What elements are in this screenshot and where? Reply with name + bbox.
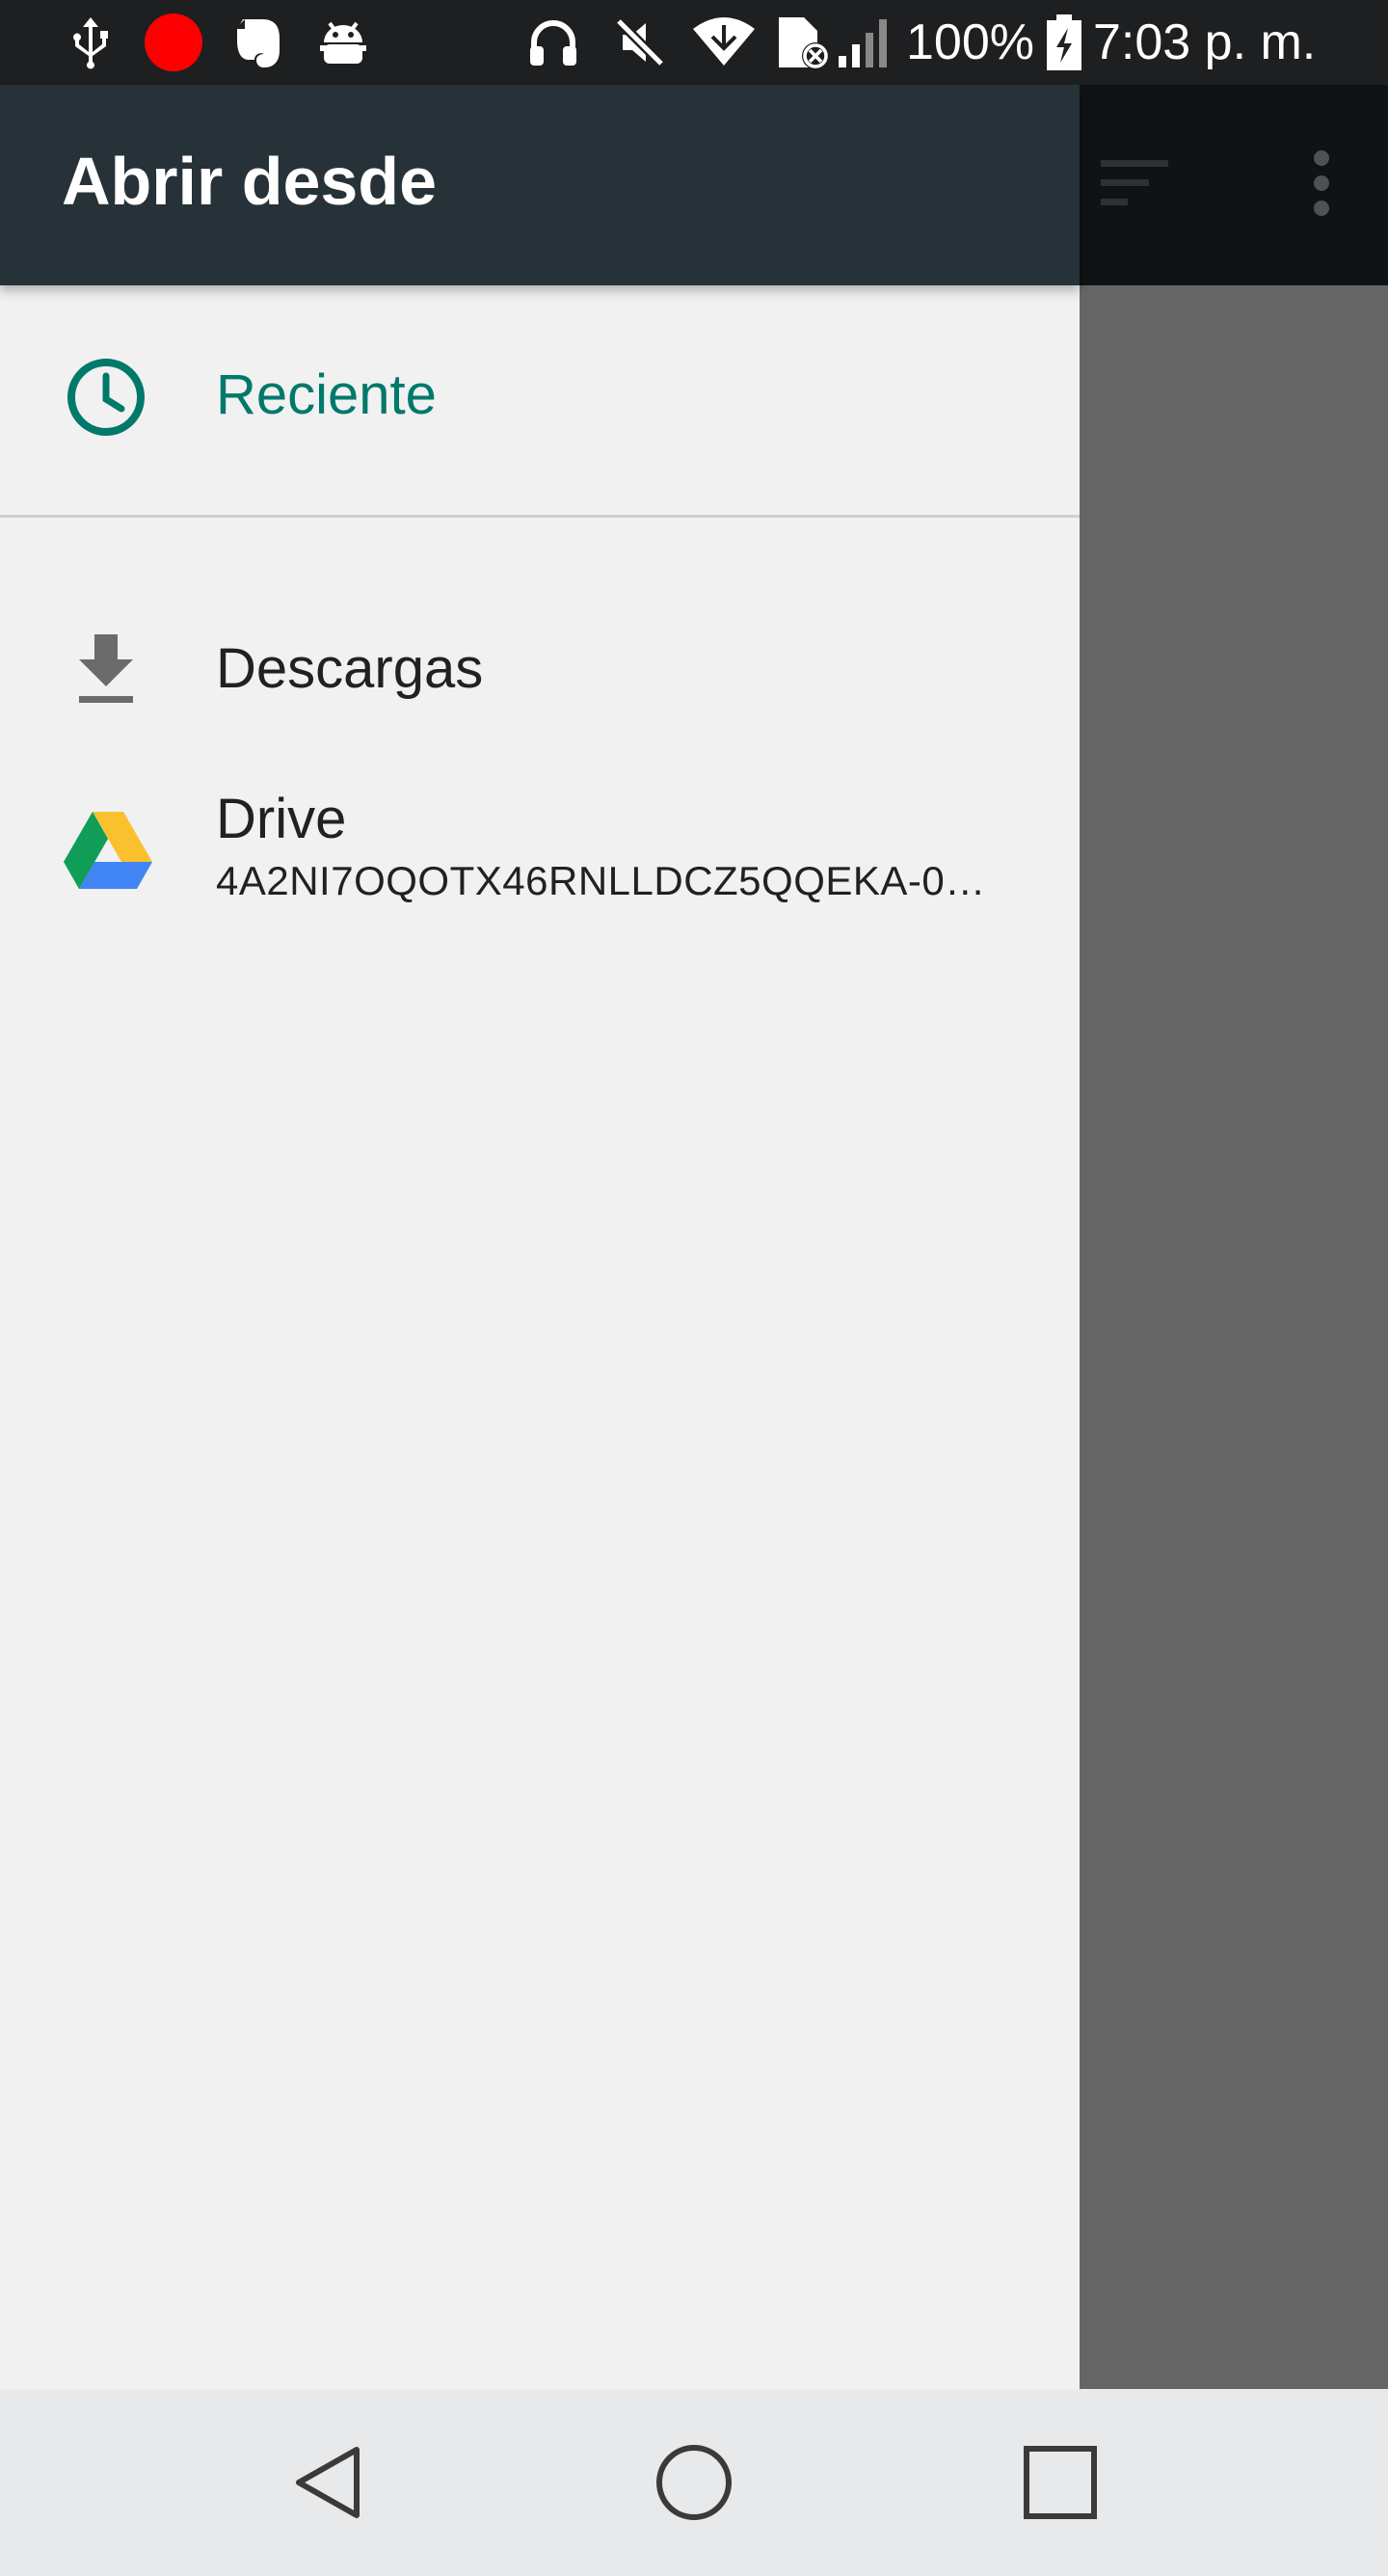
drawer-title: Abrir desde	[62, 144, 437, 219]
download-icon	[62, 625, 150, 713]
clock-icon	[62, 353, 150, 442]
drawer-item-sublabel: 4A2NI7OQOTX46RNLLDCZ5QQEKA-0…	[216, 858, 986, 903]
navigation-drawer: Abrir desde Reciente Descargas Drive 4A2…	[0, 85, 1080, 2389]
sim-error-icon	[775, 13, 829, 71]
drawer-item-recent[interactable]: Reciente	[0, 285, 1080, 515]
back-icon	[296, 2447, 360, 2518]
navigation-bar	[0, 2389, 1388, 2576]
android-icon	[314, 13, 372, 71]
sort-icon[interactable]	[1097, 145, 1174, 222]
headphones-icon	[524, 13, 582, 71]
google-drive-icon	[62, 810, 154, 891]
back-button[interactable]	[260, 2389, 395, 2576]
drawer-header: Abrir desde	[0, 85, 1080, 285]
status-bar: 100% 7:03 p. m.	[0, 0, 1388, 85]
more-vert-icon[interactable]	[1295, 145, 1348, 222]
drawer-item-drive[interactable]: Drive 4A2NI7OQOTX46RNLLDCZ5QQEKA-0…	[0, 750, 1080, 943]
divider	[0, 515, 1080, 518]
mute-icon	[611, 13, 669, 71]
evernote-icon	[229, 13, 287, 71]
drawer-item-label: Reciente	[216, 363, 437, 426]
home-icon	[656, 2445, 732, 2520]
drawer-item-label: Descargas	[216, 637, 484, 700]
drawer-item-downloads[interactable]: Descargas	[0, 596, 1080, 750]
background-toolbar	[1080, 85, 1388, 285]
wifi-icon	[690, 13, 758, 71]
recents-button[interactable]	[993, 2389, 1128, 2576]
usb-icon	[62, 13, 120, 71]
scrim-overlay[interactable]	[1080, 285, 1388, 2389]
battery-percentage: 100%	[906, 14, 1034, 70]
recents-icon	[1024, 2446, 1097, 2519]
drawer-item-label: Drive	[216, 788, 347, 850]
signal-icon	[837, 13, 894, 71]
clock-time: 7:03 p. m.	[1093, 14, 1317, 70]
battery-icon	[1045, 13, 1083, 71]
home-button[interactable]	[627, 2389, 761, 2576]
record-icon	[143, 13, 204, 71]
